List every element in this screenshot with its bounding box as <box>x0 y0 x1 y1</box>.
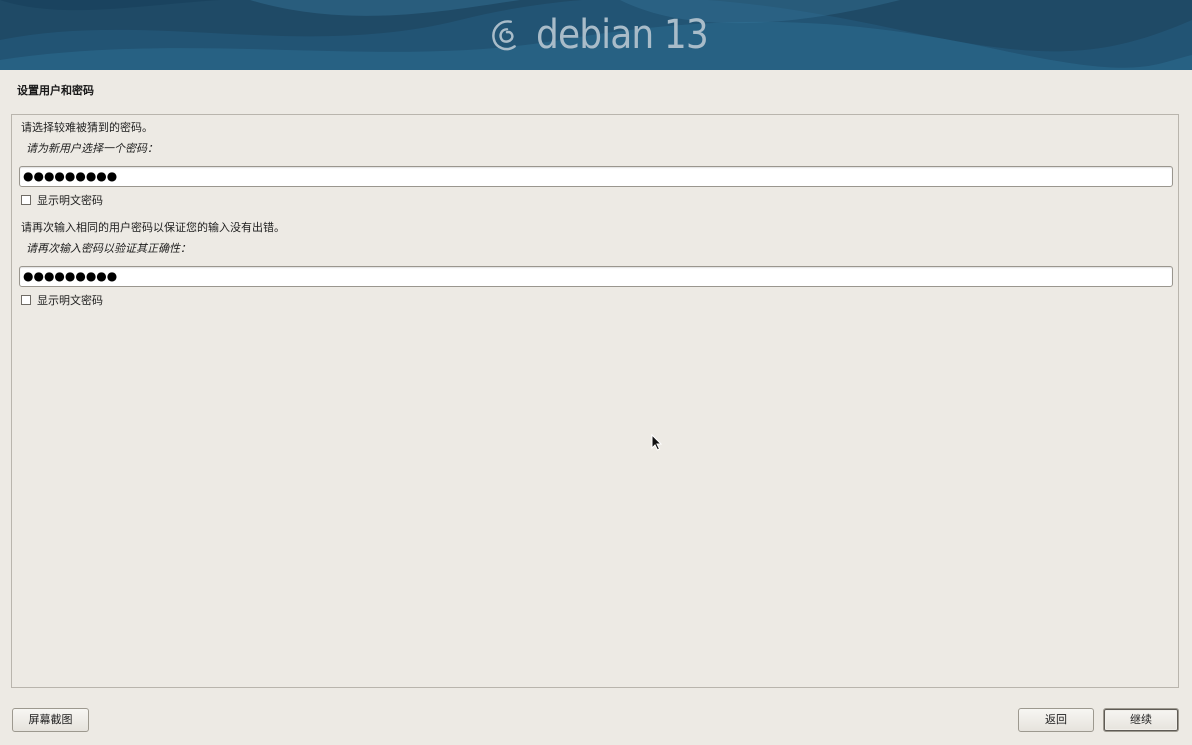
continue-button[interactable]: 继续 <box>1103 708 1179 732</box>
intro-text: 请选择较难被猜到的密码。 <box>21 121 153 134</box>
back-button[interactable]: 返回 <box>1018 708 1094 732</box>
banner-wordmark: debian 13 <box>536 12 709 58</box>
show-password-label-2: 显示明文密码 <box>37 294 103 307</box>
show-password-toggle-2[interactable]: 显示明文密码 <box>21 293 103 307</box>
debian-swirl-icon <box>492 20 516 51</box>
confirm-password-field[interactable]: ●●●●●●●●● <box>19 266 1173 287</box>
show-password-label-1: 显示明文密码 <box>37 194 103 207</box>
page-title: 设置用户和密码 <box>17 84 94 97</box>
confirm-intro-text: 请再次输入相同的用户密码以保证您的输入没有出错。 <box>21 221 285 234</box>
form-panel: 请选择较难被猜到的密码。 请为新用户选择一个密码： ●●●●●●●●● 显示明文… <box>11 114 1179 688</box>
show-password-checkbox-2[interactable] <box>21 295 31 305</box>
screenshot-button[interactable]: 屏幕截图 <box>12 708 89 732</box>
show-password-toggle-1[interactable]: 显示明文密码 <box>21 193 103 207</box>
mouse-pointer-icon <box>651 434 663 451</box>
show-password-checkbox-1[interactable] <box>21 195 31 205</box>
confirm-password-prompt: 请再次输入密码以验证其正确性： <box>26 242 191 255</box>
debian-logo: debian 13 <box>488 12 727 58</box>
password-prompt: 请为新用户选择一个密码： <box>26 142 158 155</box>
header-banner: debian 13 <box>0 0 1192 70</box>
password-field[interactable]: ●●●●●●●●● <box>19 166 1173 187</box>
